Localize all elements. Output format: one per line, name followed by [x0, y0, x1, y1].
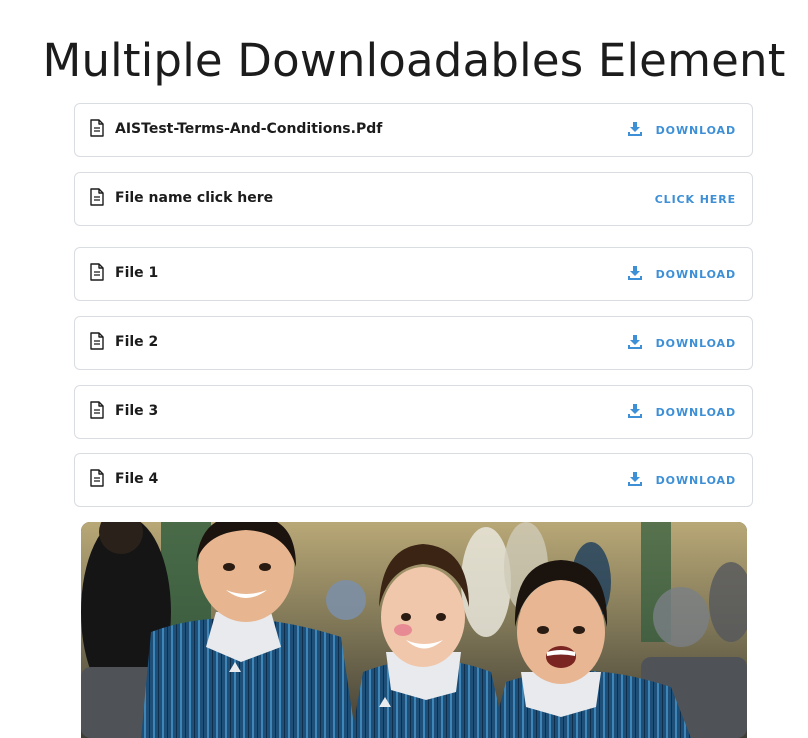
download-button[interactable]: DOWNLOAD	[627, 472, 736, 487]
download-button[interactable]: DOWNLOAD	[627, 335, 736, 350]
download-label: DOWNLOAD	[655, 267, 736, 281]
downloadable-item: File 3 DOWNLOAD	[74, 385, 753, 439]
file-name: File 3	[115, 402, 159, 419]
file-name: File 4	[115, 470, 159, 487]
downloadable-item: File 1 DOWNLOAD	[74, 247, 753, 301]
download-icon	[627, 404, 642, 418]
download-label: DOWNLOAD	[655, 405, 736, 419]
page-title: Multiple Downloadables Element	[42, 34, 786, 87]
students-illustration	[81, 522, 747, 738]
students-photo	[81, 522, 747, 738]
click-here-link[interactable]: CLICK HERE	[655, 193, 736, 206]
file-document-icon	[90, 263, 104, 281]
file-document-icon	[90, 401, 104, 419]
download-icon	[627, 472, 642, 486]
download-icon	[627, 335, 642, 349]
file-document-icon	[90, 119, 104, 137]
download-label: DOWNLOAD	[655, 336, 736, 350]
downloadable-item: File 2 DOWNLOAD	[74, 316, 753, 370]
downloadable-item: File 4 DOWNLOAD	[74, 453, 753, 507]
download-button[interactable]: DOWNLOAD	[627, 122, 736, 137]
file-document-icon	[90, 188, 104, 206]
downloadable-item: AISTest-Terms-And-Conditions.Pdf DOWNLOA…	[74, 103, 753, 157]
file-name: File name click here	[115, 189, 274, 206]
download-button[interactable]: DOWNLOAD	[627, 266, 736, 281]
downloadable-item: File name click here CLICK HERE	[74, 172, 753, 226]
click-here-label: CLICK HERE	[654, 192, 736, 206]
file-name: File 1	[115, 264, 159, 281]
download-icon	[627, 122, 642, 136]
file-name: AISTest-Terms-And-Conditions.Pdf	[115, 120, 383, 137]
file-name: File 2	[115, 333, 159, 350]
download-label: DOWNLOAD	[655, 123, 736, 137]
download-label: DOWNLOAD	[655, 473, 736, 487]
file-document-icon	[90, 469, 104, 487]
download-icon	[627, 266, 642, 280]
download-button[interactable]: DOWNLOAD	[627, 404, 736, 419]
file-document-icon	[90, 332, 104, 350]
